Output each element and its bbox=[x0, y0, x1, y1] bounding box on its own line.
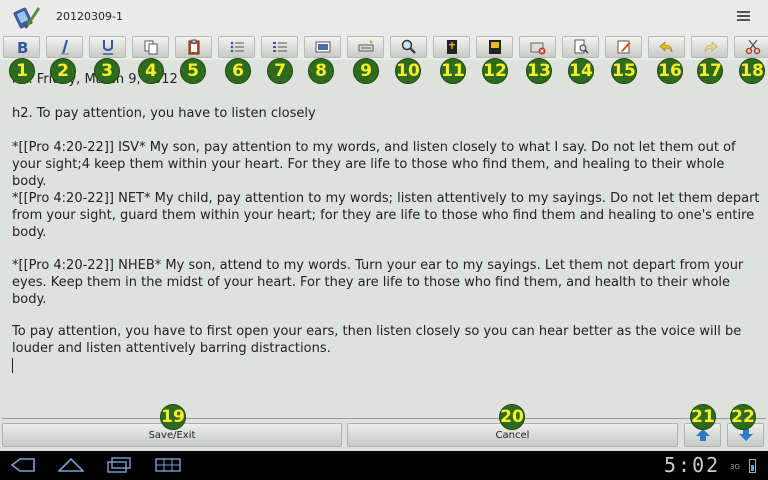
save-button[interactable] bbox=[476, 36, 513, 58]
numbered-list-button[interactable] bbox=[261, 36, 298, 58]
callout-badge: 21 bbox=[690, 404, 716, 430]
edit-button[interactable] bbox=[605, 36, 642, 58]
callout-badge: 8 bbox=[308, 58, 334, 84]
signal-indicator: 3G bbox=[730, 463, 740, 471]
callout-badge: 5 bbox=[180, 58, 206, 84]
system-nav-bar: 5:02 3G bbox=[0, 451, 768, 480]
text-cursor bbox=[12, 358, 13, 373]
keyboard-icon[interactable] bbox=[155, 457, 181, 473]
redo-button[interactable] bbox=[691, 36, 728, 58]
bold-button[interactable]: B bbox=[3, 36, 40, 58]
home-icon[interactable] bbox=[58, 457, 84, 473]
preview-icon bbox=[574, 39, 589, 54]
callout-badge: 22 bbox=[730, 404, 756, 430]
bullet-list-button[interactable] bbox=[218, 36, 255, 58]
overflow-menu-icon[interactable] bbox=[737, 11, 750, 23]
bible-button[interactable] bbox=[433, 36, 470, 58]
callout-badge: 17 bbox=[697, 58, 723, 84]
arrow-up-icon bbox=[695, 429, 710, 441]
image-icon bbox=[315, 41, 330, 53]
callout-badge: 12 bbox=[482, 58, 508, 84]
delete-note-button[interactable] bbox=[519, 36, 556, 58]
back-icon[interactable] bbox=[10, 457, 36, 473]
callout-badge: 19 bbox=[160, 404, 186, 430]
undo-icon bbox=[659, 41, 672, 53]
note-editor[interactable]: h1. Friday, March 9, 2012 h2. To pay att… bbox=[0, 60, 768, 418]
preview-button[interactable] bbox=[562, 36, 599, 58]
callout-badge: 15 bbox=[611, 58, 637, 84]
callout-badge: 9 bbox=[353, 58, 379, 84]
delete-note-icon bbox=[530, 42, 545, 55]
search-button[interactable] bbox=[390, 36, 427, 58]
underline-icon bbox=[102, 40, 113, 55]
formatting-toolbar: B bbox=[0, 34, 768, 60]
bible-icon bbox=[446, 40, 457, 54]
callout-badge: 1 bbox=[9, 58, 35, 84]
callout-badge: 7 bbox=[267, 58, 293, 84]
recent-apps-icon[interactable] bbox=[106, 457, 132, 473]
callout-badge: 20 bbox=[499, 404, 525, 430]
callout-badge: 14 bbox=[568, 58, 594, 84]
arrow-down-icon bbox=[738, 429, 753, 441]
callout-badge: 11 bbox=[440, 58, 466, 84]
redo-icon bbox=[704, 41, 717, 53]
editor-line: h2. To pay attention, you have to listen… bbox=[12, 106, 316, 121]
cut-icon bbox=[745, 39, 760, 55]
italic-icon bbox=[60, 39, 69, 55]
callout-badge: 2 bbox=[50, 58, 76, 84]
insert-image-button[interactable] bbox=[304, 36, 341, 58]
svg-text:B: B bbox=[17, 39, 28, 55]
status-clock: 5:02 bbox=[664, 453, 721, 477]
edit-icon bbox=[617, 40, 630, 54]
callout-badge: 13 bbox=[526, 58, 552, 84]
bold-icon: B bbox=[17, 39, 28, 55]
action-bar: Save/Exit Cancel bbox=[0, 423, 768, 449]
callout-badge: 3 bbox=[94, 58, 120, 84]
battery-icon bbox=[749, 459, 756, 473]
callout-badge: 4 bbox=[138, 58, 164, 84]
callout-badge: 10 bbox=[395, 58, 421, 84]
copy-button[interactable] bbox=[132, 36, 169, 58]
bullet-list-icon bbox=[230, 41, 244, 53]
link-icon bbox=[358, 40, 373, 52]
editor-paragraph: *[[Pro 4:20-22]] NET* My child, pay atte… bbox=[12, 191, 760, 240]
numbered-list-icon bbox=[272, 42, 287, 52]
editor-paragraph: *[[Pro 4:20-22]] NHEB* My son, attend to… bbox=[12, 258, 744, 307]
editor-line: h1. Friday, March 9, 2012 bbox=[12, 72, 178, 87]
divider bbox=[2, 418, 766, 419]
insert-link-button[interactable] bbox=[347, 36, 384, 58]
editor-paragraph: To pay attention, you have to first open… bbox=[12, 324, 742, 356]
document-title: 20120309-1 bbox=[56, 10, 123, 23]
italic-button[interactable] bbox=[46, 36, 83, 58]
callout-badge: 6 bbox=[225, 58, 251, 84]
paste-button[interactable] bbox=[175, 36, 212, 58]
copy-icon bbox=[144, 40, 157, 55]
app-logo-icon bbox=[12, 3, 42, 31]
cut-button[interactable] bbox=[734, 36, 768, 58]
callout-badge: 18 bbox=[739, 58, 765, 84]
undo-button[interactable] bbox=[648, 36, 685, 58]
callout-badge: 16 bbox=[657, 58, 683, 84]
paste-icon bbox=[188, 39, 199, 55]
title-bar: 20120309-1 bbox=[0, 0, 768, 34]
save-icon bbox=[488, 40, 501, 54]
editor-paragraph: *[[Pro 4:20-22]] ISV* My son, pay attent… bbox=[12, 140, 736, 189]
search-icon bbox=[401, 39, 416, 54]
underline-button[interactable] bbox=[89, 36, 126, 58]
